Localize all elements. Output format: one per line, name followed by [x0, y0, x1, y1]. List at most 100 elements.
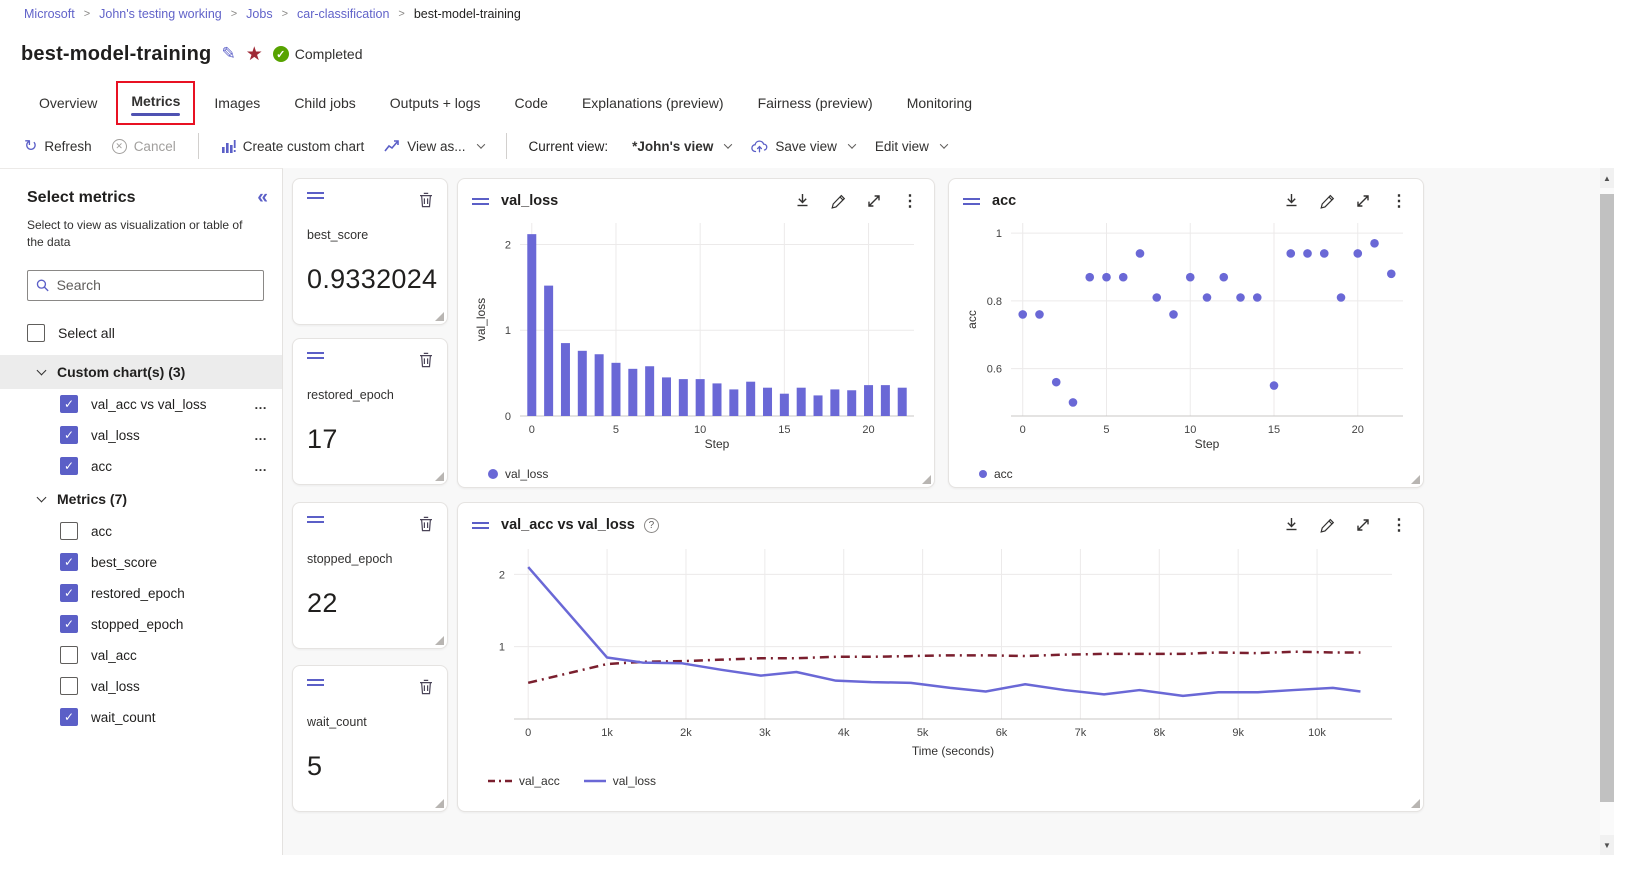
val-loss-bar-chart[interactable]: 05101520012Stepval_loss — [472, 211, 924, 456]
checkbox-val-acc-vs-val-loss[interactable]: ✓ — [60, 395, 78, 413]
delete-card-icon[interactable] — [419, 516, 433, 537]
expand-icon[interactable] — [867, 194, 881, 208]
vertical-scrollbar[interactable]: ▲ ▼ — [1600, 168, 1614, 855]
chevron-down-icon — [724, 140, 732, 148]
metric-row[interactable]: ✓ wait_count — [0, 702, 282, 733]
more-options-icon[interactable]: ⋮ — [1391, 191, 1407, 211]
checkbox-acc-chart[interactable]: ✓ — [60, 457, 78, 475]
help-icon[interactable]: ? — [644, 518, 659, 533]
current-view-dropdown[interactable]: *John's view — [622, 139, 741, 154]
tab-overview[interactable]: Overview — [24, 83, 112, 123]
resize-handle[interactable] — [1411, 475, 1420, 484]
svg-text:20: 20 — [862, 424, 874, 436]
val-acc-vs-val-loss-line-chart[interactable]: 01k2k3k4k5k6k7k8k9k10k12Time (seconds) — [472, 535, 1410, 763]
scroll-down-arrow[interactable]: ▼ — [1600, 835, 1614, 855]
custom-chart-row[interactable]: ✓ acc … — [0, 451, 282, 482]
legend-val-loss[interactable]: val_loss — [584, 774, 656, 788]
metrics-search-box[interactable] — [27, 270, 264, 301]
cancel-button[interactable]: ✕ Cancel — [102, 139, 186, 154]
resize-handle[interactable] — [435, 799, 444, 808]
checkbox-restored-epoch[interactable]: ✓ — [60, 584, 78, 602]
group-custom-charts[interactable]: Custom chart(s) (3) — [0, 355, 282, 389]
acc-scatter-chart[interactable]: 051015200.60.81Stepacc — [963, 211, 1413, 456]
checkbox-stopped-epoch[interactable]: ✓ — [60, 615, 78, 633]
expand-icon[interactable] — [1356, 518, 1370, 532]
favorite-star-icon[interactable]: ★ — [246, 43, 263, 66]
edit-chart-icon[interactable] — [1320, 518, 1335, 533]
more-options-icon[interactable]: ⋮ — [902, 191, 918, 211]
resize-handle[interactable] — [435, 636, 444, 645]
legend-acc[interactable]: acc — [979, 467, 1013, 481]
tab-outputs-logs[interactable]: Outputs + logs — [375, 83, 496, 123]
metric-row[interactable]: ✓ best_score — [0, 547, 282, 578]
breadcrumb-link-workspace[interactable]: John's testing working — [99, 7, 222, 21]
tab-monitoring[interactable]: Monitoring — [892, 83, 987, 123]
checkbox-acc[interactable]: ✓ — [60, 522, 78, 540]
metric-card-value: 0.9332024 — [307, 264, 433, 295]
download-icon[interactable] — [1284, 517, 1299, 533]
delete-card-icon[interactable] — [419, 352, 433, 373]
checkbox-val-acc[interactable]: ✓ — [60, 646, 78, 664]
drag-handle[interactable] — [307, 679, 324, 686]
edit-title-icon[interactable]: ✎ — [221, 44, 235, 64]
scrollbar-thumb[interactable] — [1600, 194, 1614, 802]
group-metrics[interactable]: Metrics (7) — [0, 482, 282, 516]
resize-handle[interactable] — [435, 312, 444, 321]
collapse-panel-icon[interactable]: « — [257, 187, 268, 209]
tab-fairness[interactable]: Fairness (preview) — [743, 83, 888, 123]
drag-handle[interactable] — [963, 198, 980, 205]
drag-handle[interactable] — [307, 352, 324, 359]
delete-card-icon[interactable] — [419, 679, 433, 700]
select-all-row[interactable]: ✓ Select all — [27, 317, 282, 349]
view-as-button[interactable]: View as... — [374, 139, 493, 154]
breadcrumb-link-experiment[interactable]: car-classification — [297, 7, 389, 21]
drag-handle[interactable] — [307, 192, 324, 199]
breadcrumb-link-microsoft[interactable]: Microsoft — [24, 7, 75, 21]
chevron-down-icon — [940, 140, 948, 148]
select-all-checkbox[interactable]: ✓ — [27, 324, 45, 342]
expand-icon[interactable] — [1356, 194, 1370, 208]
search-input[interactable] — [57, 277, 255, 293]
drag-handle[interactable] — [307, 516, 324, 523]
checkbox-val-loss-chart[interactable]: ✓ — [60, 426, 78, 444]
more-options-icon[interactable]: … — [254, 397, 268, 412]
more-options-icon[interactable]: ⋮ — [1391, 515, 1407, 535]
checkbox-wait-count[interactable]: ✓ — [60, 708, 78, 726]
drag-handle[interactable] — [472, 522, 489, 529]
resize-handle[interactable] — [435, 472, 444, 481]
checkbox-val-loss[interactable]: ✓ — [60, 677, 78, 695]
breadcrumb-link-jobs[interactable]: Jobs — [246, 7, 272, 21]
custom-chart-row[interactable]: ✓ val_loss … — [0, 420, 282, 451]
more-options-icon[interactable]: … — [254, 428, 268, 443]
legend-val-acc[interactable]: val_acc — [488, 774, 560, 788]
metric-row[interactable]: ✓ acc — [0, 516, 282, 547]
resize-handle[interactable] — [1411, 799, 1420, 808]
download-icon[interactable] — [1284, 193, 1299, 209]
tab-metrics[interactable]: Metrics — [116, 81, 195, 125]
download-icon[interactable] — [795, 193, 810, 209]
metric-row[interactable]: ✓ val_acc — [0, 640, 282, 671]
drag-handle[interactable] — [472, 198, 489, 205]
edit-chart-icon[interactable] — [1320, 194, 1335, 209]
custom-chart-row[interactable]: ✓ val_acc vs val_loss … — [0, 389, 282, 420]
refresh-button[interactable]: ↻ Refresh — [24, 136, 102, 156]
tab-code[interactable]: Code — [499, 83, 562, 123]
scroll-up-arrow[interactable]: ▲ — [1600, 168, 1614, 188]
more-options-icon[interactable]: … — [254, 459, 268, 474]
resize-handle[interactable] — [922, 475, 931, 484]
edit-chart-icon[interactable] — [831, 194, 846, 209]
create-custom-chart-button[interactable]: Create custom chart — [211, 139, 375, 154]
metric-row[interactable]: ✓ restored_epoch — [0, 578, 282, 609]
edit-view-button[interactable]: Edit view — [865, 139, 957, 154]
tab-images[interactable]: Images — [199, 83, 275, 123]
checkbox-best-score[interactable]: ✓ — [60, 553, 78, 571]
legend-val-loss[interactable]: val_loss — [488, 467, 548, 481]
tab-explanations[interactable]: Explanations (preview) — [567, 83, 739, 123]
select-metrics-title: Select metrics — [27, 189, 136, 207]
metric-row[interactable]: ✓ val_loss — [0, 671, 282, 702]
svg-text:8k: 8k — [1153, 727, 1165, 739]
delete-card-icon[interactable] — [419, 192, 433, 213]
tab-child-jobs[interactable]: Child jobs — [279, 83, 370, 123]
metric-row[interactable]: ✓ stopped_epoch — [0, 609, 282, 640]
save-view-button[interactable]: Save view — [741, 139, 865, 154]
